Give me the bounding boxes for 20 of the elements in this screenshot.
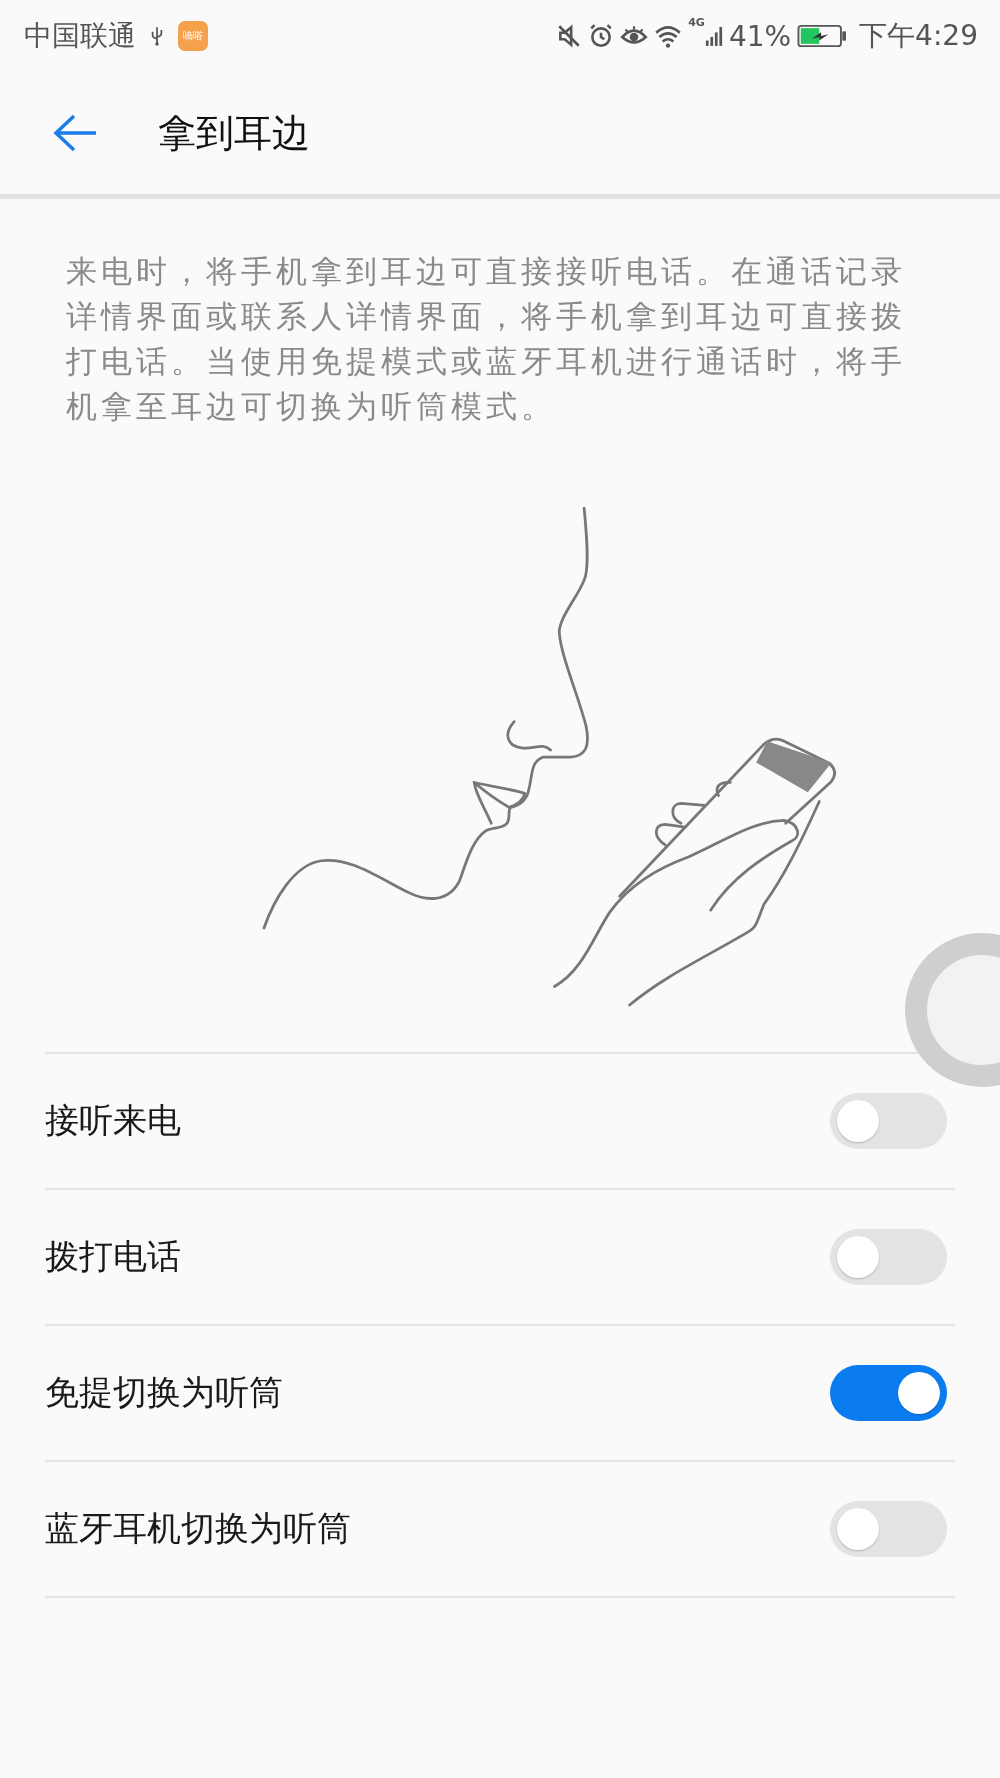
toggle-switch[interactable] [830, 1501, 947, 1557]
setting-label: 接听来电 [45, 1099, 181, 1142]
setting-label: 蓝牙耳机切换为听筒 [45, 1507, 351, 1550]
battery-percent: 41% [728, 19, 792, 53]
app-notification-icon: 嘀嗒 [178, 21, 208, 51]
network-type: 4G [688, 16, 705, 29]
setting-label: 拨打电话 [45, 1235, 181, 1278]
alarm-icon [588, 23, 615, 49]
signal-icon [704, 24, 723, 48]
wifi-icon [654, 23, 683, 49]
toggle-switch[interactable] [830, 1229, 947, 1285]
clock: 下午4:29 [859, 18, 978, 54]
carrier-name: 中国联通 [24, 18, 136, 54]
toggle-switch[interactable] [830, 1093, 947, 1149]
usb-icon [150, 25, 164, 47]
page-title: 拿到耳边 [158, 109, 310, 157]
description-text: 来电时，将手机拿到耳边可直接接听电话。在通话记录详情界面或联系人详情界面，将手机拿到耳边可直接拨打电话。当使用免提模式或蓝牙耳机进行通话时，将手机拿至耳边可切换为听筒模式。 [66, 252, 907, 426]
toggle-switch[interactable] [830, 1365, 947, 1421]
setting-label: 免提切换为听筒 [45, 1371, 283, 1414]
battery-icon [797, 24, 848, 48]
